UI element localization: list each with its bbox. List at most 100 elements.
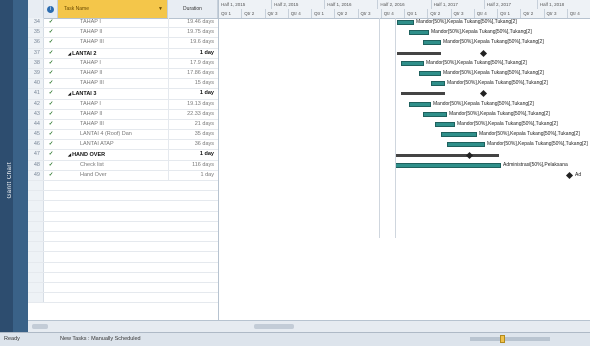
row-id[interactable]: 48: [28, 160, 44, 170]
row-id[interactable]: [28, 221, 44, 231]
task-row[interactable]: 39 ✓ TAHAP II 17.86 days: [28, 68, 218, 80]
summary-bar[interactable]: [397, 51, 441, 55]
scroll-thumb[interactable]: [32, 324, 48, 329]
task-bar[interactable]: [397, 20, 414, 25]
empty-row[interactable]: [28, 262, 218, 273]
task-row[interactable]: 46 ✓ LANTAI ATAP 36 days: [28, 140, 218, 151]
task-bar[interactable]: [395, 162, 501, 168]
summary-task-row[interactable]: 41 ✓ ◢LANTAI 31 day: [28, 89, 218, 100]
row-id[interactable]: 42: [28, 99, 44, 109]
collapse-icon[interactable]: ◢: [68, 91, 71, 96]
row-id[interactable]: 43: [28, 109, 44, 119]
header-task-name[interactable]: Task Name ▼: [58, 0, 168, 18]
empty-row[interactable]: [28, 191, 218, 202]
row-id[interactable]: 40: [28, 79, 44, 89]
empty-row[interactable]: [28, 272, 218, 283]
row-id[interactable]: 49: [28, 170, 44, 180]
row-id[interactable]: 36: [28, 38, 44, 48]
row-id[interactable]: 35: [28, 28, 44, 38]
milestone-diamond-icon[interactable]: [479, 90, 488, 98]
task-bar[interactable]: [409, 101, 431, 107]
task-row[interactable]: 42 ✓ TAHAP I 19.13 days: [28, 99, 218, 110]
task-bar[interactable]: [447, 142, 485, 148]
duration-cell[interactable]: 17.86 days: [168, 68, 218, 79]
row-id[interactable]: [28, 252, 44, 262]
task-sheet-hscrollbar[interactable]: [28, 320, 218, 332]
task-row[interactable]: 43 ✓ TAHAP II 22.33 days: [28, 109, 218, 120]
duration-cell[interactable]: 17.9 days: [168, 58, 218, 68]
summary-task-row[interactable]: 47 ✓ ◢HAND OVER 1 day: [28, 150, 218, 161]
row-id[interactable]: 47: [28, 150, 44, 160]
row-id[interactable]: [28, 262, 44, 272]
row-id[interactable]: [28, 211, 44, 221]
milestone-diamond-icon[interactable]: [565, 171, 574, 180]
row-id[interactable]: 46: [28, 140, 44, 150]
task-name-cell[interactable]: TAHAP II: [58, 28, 168, 37]
gantt-hscrollbar[interactable]: [218, 320, 590, 332]
task-bar[interactable]: [435, 122, 455, 127]
task-bar[interactable]: [419, 71, 441, 76]
task-name-cell[interactable]: TAHAP III: [58, 120, 168, 129]
duration-cell[interactable]: 19.13 days: [168, 99, 218, 109]
task-name-cell[interactable]: TAHAP I: [58, 18, 168, 27]
row-id[interactable]: [28, 272, 44, 282]
empty-row[interactable]: [28, 293, 218, 304]
task-row[interactable]: 49 ✓ Hand Over 1 day: [28, 170, 218, 181]
summary-bar[interactable]: [395, 153, 499, 157]
empty-row[interactable]: [28, 231, 218, 243]
row-id[interactable]: [28, 181, 44, 191]
zoom-slider[interactable]: [470, 335, 550, 343]
duration-cell[interactable]: 35 days: [168, 130, 218, 140]
task-bar[interactable]: [441, 132, 477, 138]
header-indicator-cell[interactable]: i: [44, 0, 58, 18]
task-name-cell[interactable]: ◢LANTAI 3: [58, 89, 168, 98]
duration-cell[interactable]: 19.6 days: [168, 38, 218, 48]
row-id[interactable]: [28, 231, 44, 242]
row-id[interactable]: [28, 282, 44, 293]
task-name-cell[interactable]: LANTAI 4 (Roof) Dan: [58, 130, 168, 139]
milestone-diamond-icon[interactable]: [479, 49, 488, 57]
row-id[interactable]: 37: [28, 48, 44, 58]
row-id[interactable]: [28, 191, 44, 201]
task-name-cell[interactable]: Hand Over: [58, 171, 168, 180]
task-name-cell[interactable]: TAHAP I: [58, 100, 168, 109]
task-name-cell[interactable]: ◢HAND OVER: [58, 150, 168, 159]
task-name-cell[interactable]: TAHAP II: [58, 110, 168, 119]
task-row[interactable]: 38 ✓ TAHAP I 17.9 days: [28, 58, 218, 69]
task-name-cell[interactable]: TAHAP II: [58, 69, 168, 78]
empty-row[interactable]: [28, 221, 218, 232]
header-duration[interactable]: Duration: [168, 0, 218, 18]
task-row[interactable]: 40 ✓ TAHAP III 15 days: [28, 79, 218, 90]
task-name-cell[interactable]: Check list: [58, 161, 168, 170]
summary-task-row[interactable]: 37 ✓ ◢LANTAI 21 day: [28, 48, 218, 59]
empty-row[interactable]: [28, 282, 218, 294]
duration-cell[interactable]: 1 day: [168, 89, 218, 99]
task-bar[interactable]: [423, 111, 447, 117]
duration-cell[interactable]: 21 days: [168, 119, 218, 130]
task-name-cell[interactable]: LANTAI ATAP: [58, 140, 168, 149]
duration-cell[interactable]: 1 day: [168, 170, 218, 180]
task-row[interactable]: 44 ✓ TAHAP III 21 days: [28, 119, 218, 131]
collapse-icon[interactable]: ◢: [68, 152, 71, 157]
task-row[interactable]: 48 ✓ Check list 116 days: [28, 160, 218, 171]
task-row[interactable]: 35 ✓ TAHAP II 19.75 days: [28, 28, 218, 39]
row-id[interactable]: 39: [28, 68, 44, 79]
status-new-tasks[interactable]: New Tasks : Manually Scheduled: [60, 333, 141, 346]
row-id[interactable]: [28, 201, 44, 211]
task-row[interactable]: 45 ✓ LANTAI 4 (Roof) Dan 35 days: [28, 130, 218, 141]
task-name-cell[interactable]: TAHAP III: [58, 79, 168, 88]
row-id[interactable]: 38: [28, 58, 44, 68]
summary-bar[interactable]: [401, 92, 445, 96]
task-sheet[interactable]: i Task Name ▼ Duration 34 ✓ TAHAP I 19.46 d…: [28, 0, 218, 320]
row-id[interactable]: [28, 242, 44, 252]
duration-cell[interactable]: 36 days: [168, 140, 218, 150]
empty-row[interactable]: [28, 252, 218, 263]
duration-cell[interactable]: 22.33 days: [168, 109, 218, 119]
task-bar[interactable]: [401, 60, 424, 66]
duration-cell[interactable]: 19.75 days: [168, 28, 218, 38]
row-id[interactable]: 45: [28, 130, 44, 140]
task-bar[interactable]: [409, 30, 429, 36]
task-name-cell[interactable]: TAHAP I: [58, 59, 168, 68]
collapse-icon[interactable]: ◢: [68, 51, 71, 56]
row-id[interactable]: 34: [28, 18, 44, 28]
